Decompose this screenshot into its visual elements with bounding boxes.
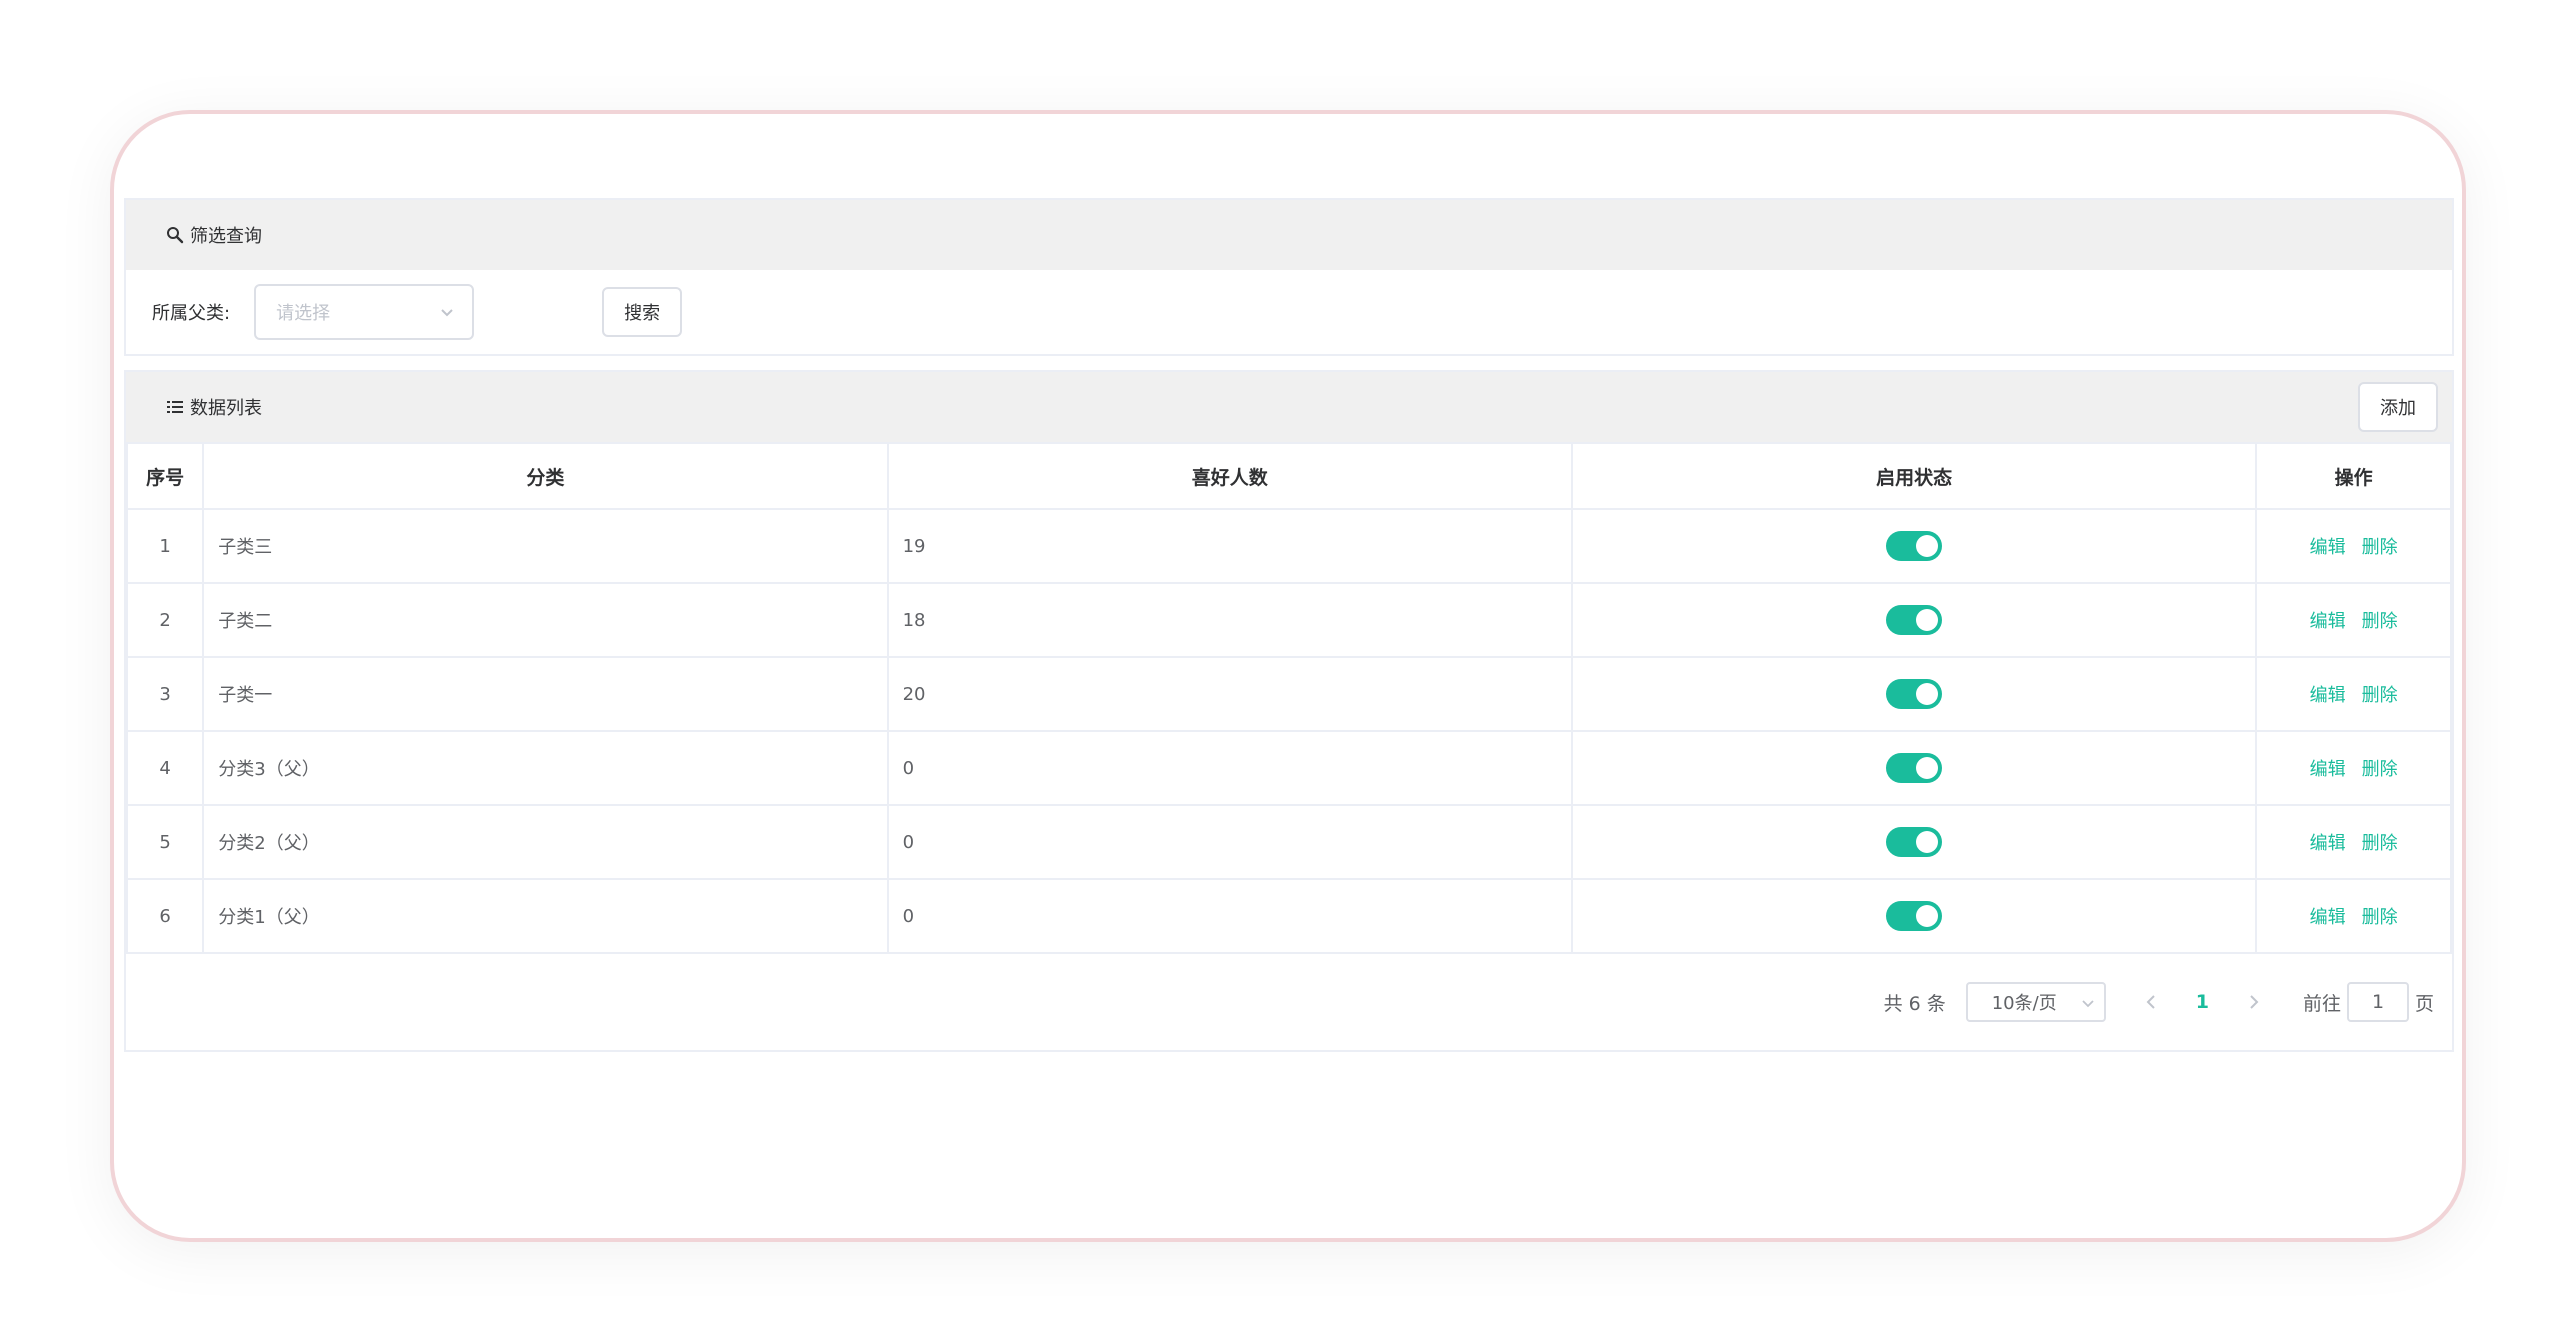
table-header-row: 序号 分类 喜好人数 启用状态 操作: [125, 442, 2452, 510]
delete-link[interactable]: 删除: [2362, 759, 2398, 780]
row-actions: 编辑 删除: [2255, 878, 2452, 954]
row-likes-count: 0: [886, 878, 1573, 954]
row-status-cell: [1570, 656, 2258, 732]
row-likes-count: 20: [886, 656, 1573, 732]
page-number-current[interactable]: 1: [2196, 991, 2209, 1013]
delete-link[interactable]: 删除: [2362, 537, 2398, 558]
parent-category-select[interactable]: 请选择: [254, 284, 475, 340]
table-row: 2 子类二 18 编辑 删除: [125, 582, 2452, 658]
edit-link[interactable]: 编辑: [2310, 537, 2346, 558]
edit-link[interactable]: 编辑: [2310, 685, 2346, 706]
next-page-button[interactable]: [2249, 994, 2259, 1010]
row-category-name: 分类3（父）: [202, 730, 889, 806]
row-likes-count: 19: [886, 508, 1573, 584]
chevron-left-icon: [2146, 995, 2155, 1009]
table-row: 4 分类3（父） 0 编辑 删除: [125, 730, 2452, 806]
goto-page-input[interactable]: 1: [2346, 982, 2409, 1022]
delete-link[interactable]: 删除: [2362, 833, 2398, 854]
row-status-cell: [1570, 878, 2258, 954]
goto-label: 前往: [2302, 992, 2341, 1015]
pagination: 共 6 条 10条/页 1 前往 1 页: [126, 954, 2452, 1050]
row-likes-count: 0: [886, 730, 1573, 806]
row-actions: 编辑 删除: [2255, 582, 2452, 658]
chevron-right-icon: [2250, 995, 2259, 1009]
data-list-header: 数据列表 添加: [126, 372, 2452, 442]
row-index: 3: [125, 656, 205, 732]
row-index: 1: [125, 508, 205, 584]
row-status-cell: [1570, 582, 2258, 658]
table-row: 5 分类2（父） 0 编辑 删除: [125, 804, 2452, 880]
row-actions: 编辑 删除: [2255, 730, 2452, 806]
enabled-toggle[interactable]: [1886, 753, 1943, 783]
filter-panel: 筛选查询 所属父类: 请选择 搜索: [124, 198, 2454, 356]
enabled-toggle[interactable]: [1886, 605, 1943, 635]
row-index: 6: [125, 878, 205, 954]
category-table: 序号 分类 喜好人数 启用状态 操作 1 子类三 19 编辑 删除 2 子类二 …: [125, 442, 2452, 954]
parent-category-label: 所属父类:: [152, 303, 231, 324]
column-header-category: 分类: [202, 442, 889, 510]
search-icon: [166, 226, 184, 244]
search-button[interactable]: 搜索: [602, 287, 683, 337]
enabled-toggle[interactable]: [1886, 901, 1943, 931]
table-row: 3 子类一 20 编辑 删除: [125, 656, 2452, 732]
column-header-actions: 操作: [2255, 442, 2452, 510]
delete-link[interactable]: 删除: [2362, 907, 2398, 928]
filter-panel-title: 筛选查询: [190, 226, 262, 247]
edit-link[interactable]: 编辑: [2310, 907, 2346, 928]
row-likes-count: 0: [886, 804, 1573, 880]
column-header-status: 启用状态: [1570, 442, 2258, 510]
goto-page-suffix: 页: [2414, 992, 2434, 1015]
filter-form: 所属父类: 请选择 搜索: [126, 270, 2452, 354]
row-actions: 编辑 删除: [2255, 804, 2452, 880]
column-header-likes: 喜好人数: [886, 442, 1573, 510]
delete-link[interactable]: 删除: [2362, 685, 2398, 706]
page-size-select[interactable]: 10条/页: [1965, 982, 2106, 1022]
column-header-index: 序号: [125, 442, 205, 510]
data-list-panel: 数据列表 添加 序号 分类 喜好人数 启用状态 操作 1 子类三 19 编辑 删…: [124, 370, 2454, 1052]
chevron-down-icon: [2082, 992, 2094, 1013]
edit-link[interactable]: 编辑: [2310, 759, 2346, 780]
filter-panel-header: 筛选查询: [126, 200, 2452, 270]
table-row: 1 子类三 19 编辑 删除: [125, 508, 2452, 584]
row-status-cell: [1570, 730, 2258, 806]
row-actions: 编辑 删除: [2255, 508, 2452, 584]
data-list-title: 数据列表: [190, 398, 262, 419]
row-status-cell: [1570, 804, 2258, 880]
delete-link[interactable]: 删除: [2362, 611, 2398, 632]
row-category-name: 分类1（父）: [202, 878, 889, 954]
main-content: 筛选查询 所属父类: 请选择 搜索 数据列表 添加 序号 分类 喜好人数 启用状…: [124, 198, 2454, 1052]
pagination-total: 共 6 条: [1883, 992, 1946, 1015]
prev-page-button[interactable]: [2146, 994, 2156, 1010]
row-likes-count: 18: [886, 582, 1573, 658]
add-button[interactable]: 添加: [2358, 382, 2438, 432]
table-row: 6 分类1（父） 0 编辑 删除: [125, 878, 2452, 954]
enabled-toggle[interactable]: [1886, 679, 1943, 709]
enabled-toggle[interactable]: [1886, 531, 1943, 561]
row-category-name: 子类三: [202, 508, 889, 584]
chevron-down-icon: [440, 302, 454, 323]
row-status-cell: [1570, 508, 2258, 584]
row-index: 5: [125, 804, 205, 880]
row-category-name: 子类一: [202, 656, 889, 732]
list-icon: [166, 399, 184, 415]
row-category-name: 分类2（父）: [202, 804, 889, 880]
row-index: 4: [125, 730, 205, 806]
row-actions: 编辑 删除: [2255, 656, 2452, 732]
data-list-title-group: 数据列表: [166, 394, 262, 420]
row-category-name: 子类二: [202, 582, 889, 658]
edit-link[interactable]: 编辑: [2310, 611, 2346, 632]
device-frame: 筛选查询 所属父类: 请选择 搜索 数据列表 添加 序号 分类 喜好人数 启用状…: [110, 110, 2466, 1242]
page-size-value: 10条/页: [1991, 993, 2057, 1014]
edit-link[interactable]: 编辑: [2310, 833, 2346, 854]
enabled-toggle[interactable]: [1886, 827, 1943, 857]
parent-category-placeholder: 请选择: [276, 303, 331, 324]
row-index: 2: [125, 582, 205, 658]
